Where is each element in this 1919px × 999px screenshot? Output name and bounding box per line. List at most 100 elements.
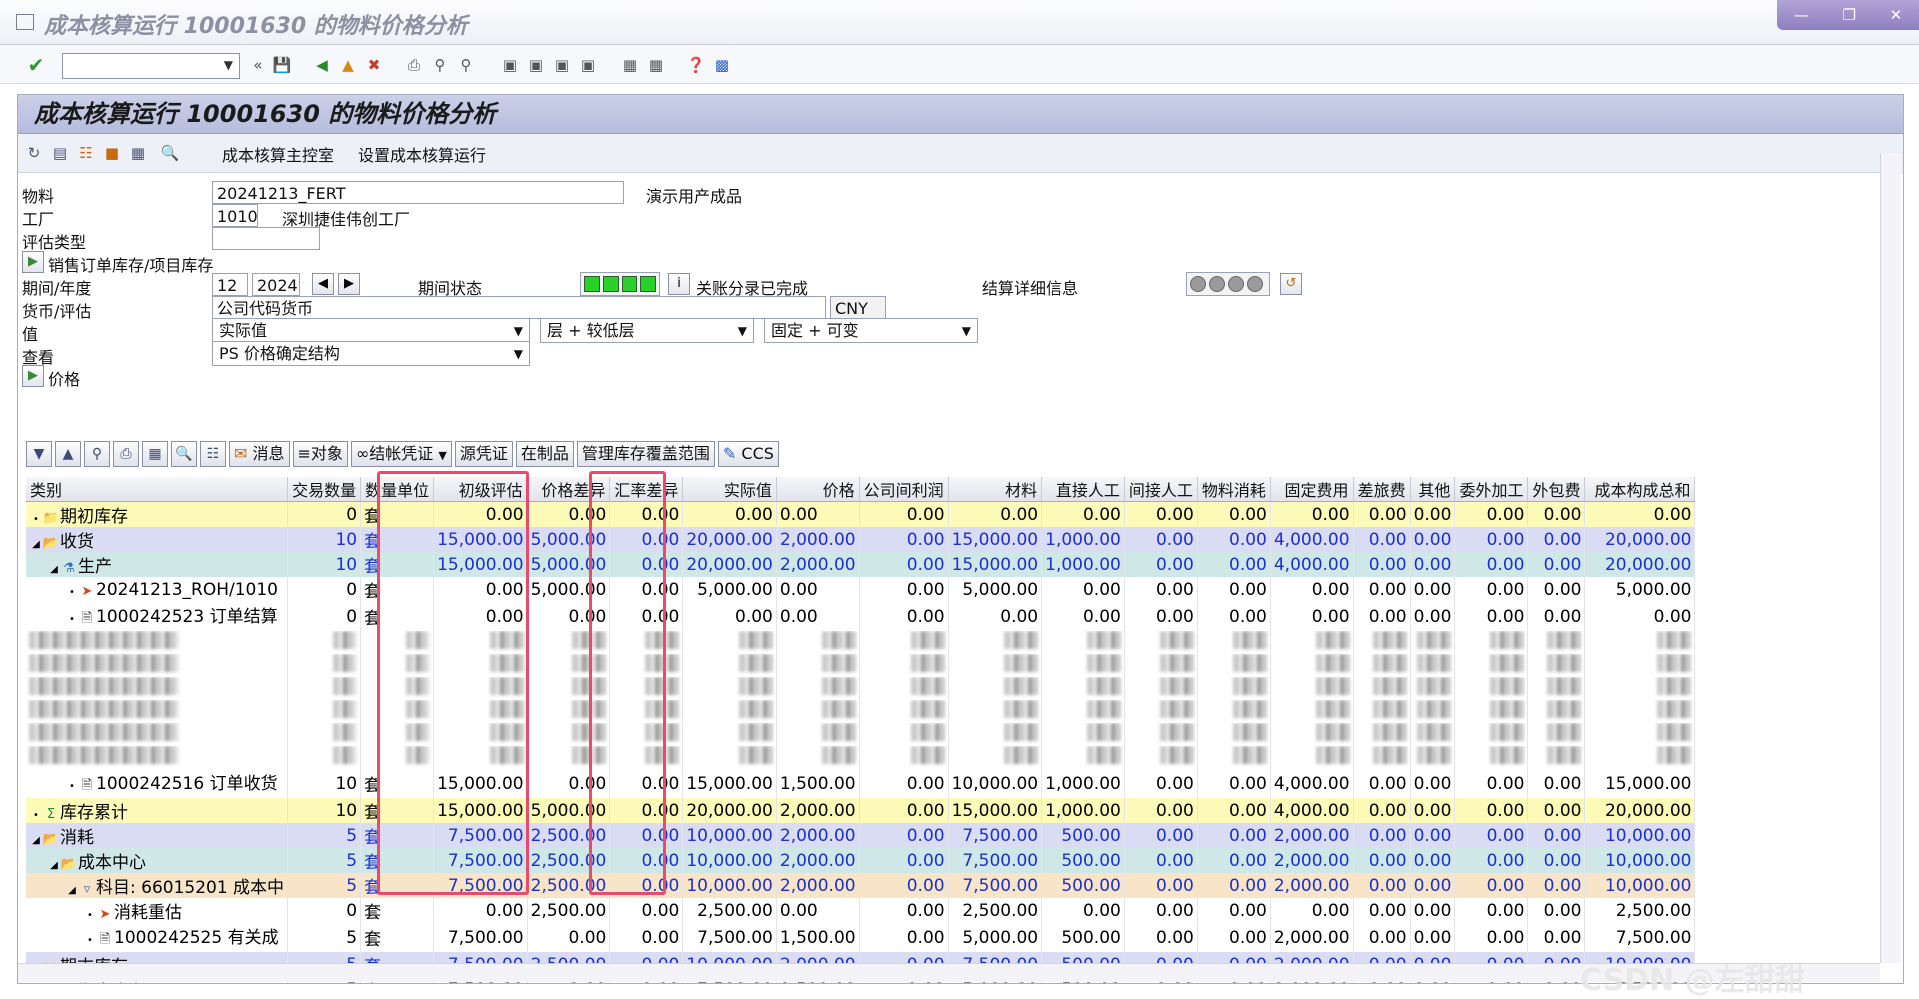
inventory-scope-button[interactable]: 管理库存覆盖范围 <box>576 441 715 467</box>
table-row[interactable]: ◢ 📂成本中心 5 套 7,500.00 2,500.00 0.00 10,000.00 2,0… <box>26 848 1696 873</box>
col-header-unit[interactable]: 数量单位 <box>360 477 435 502</box>
settlement-detail-icon[interactable]: ↺ <box>1280 273 1302 295</box>
minimize-icon[interactable]: — <box>1794 6 1809 24</box>
col-header-fixed-cost[interactable]: 固定费用 <box>1270 477 1354 502</box>
prev-page-icon[interactable]: ▣ <box>526 55 546 75</box>
row-category[interactable]: ◢ ▿ 科目: 66015201 成本中 <box>26 873 289 898</box>
setup-run-button[interactable]: 设置成本核算运行 <box>358 142 486 166</box>
tree-leaf-icon[interactable]: • <box>30 514 42 525</box>
wip-button[interactable]: 在制品 <box>515 441 574 467</box>
period-input[interactable]: 12 <box>212 273 248 296</box>
chevron-down-icon[interactable]: ▼ <box>224 58 233 72</box>
cockpit-button[interactable]: 成本核算主控室 <box>222 142 334 166</box>
col-header-material[interactable]: 材料 <box>948 477 1043 502</box>
maximize-icon[interactable]: ❐ <box>1842 6 1855 24</box>
objects-button[interactable]: ≡对象 <box>292 441 348 467</box>
new-session-icon[interactable]: ▦ <box>620 55 640 75</box>
print-icon[interactable]: ⎙ <box>113 441 139 467</box>
next-page-icon[interactable]: ▣ <box>552 55 572 75</box>
currency-input[interactable]: 公司代码货币 <box>212 296 826 319</box>
tree-expand-icon[interactable]: ◢ <box>30 835 42 846</box>
col-header-exchange-difference[interactable]: 汇率差异 <box>609 477 684 502</box>
chevron-down-icon[interactable]: ▼ <box>438 449 446 462</box>
chevron-down-icon[interactable]: ▼ <box>514 320 523 343</box>
table-row[interactable]: • ➤ 20241213_ROH/1010 0 套 0.00 5,000.00 0.00 5,0… <box>26 577 1696 602</box>
exit-icon[interactable]: ▲ <box>338 55 358 75</box>
print-icon[interactable]: ⎙ <box>404 55 424 75</box>
close-icon[interactable]: ✕ <box>1890 6 1903 24</box>
col-header-indirect-labor[interactable]: 间接人工 <box>1124 477 1198 502</box>
row-category[interactable]: • Σ 库存累计 <box>26 798 289 823</box>
table-row[interactable]: • 🗎 1000242525 有关成 5 套 7,500.00 0.00 0.00 7,500.… <box>26 923 1696 952</box>
tree-leaf-icon[interactable]: • <box>66 587 78 598</box>
table-row[interactable]: ◢ 📂消耗 5 套 7,500.00 2,500.00 0.00 10,000.00 2,000… <box>26 823 1696 848</box>
col-header-price-difference[interactable]: 价格差异 <box>527 477 611 502</box>
tree-leaf-icon[interactable]: • <box>66 781 78 792</box>
table-row[interactable]: • 🗎 1000242523 订单结算 0 套 0.00 0.00 0.00 0.00 0.00 0… <box>26 602 1696 631</box>
year-input[interactable]: 2024 <box>252 273 300 296</box>
expand-icon[interactable]: ▼ <box>26 441 52 467</box>
table-row[interactable]: • ➤ 消耗重估 0 套 0.00 2,500.00 0.00 2,500.00 0.00 0.00… <box>26 898 1696 923</box>
source-doc-button[interactable]: 源凭证 <box>454 441 513 467</box>
last-page-icon[interactable]: ▣ <box>578 55 598 75</box>
layout-icon[interactable]: ▩ <box>712 55 732 75</box>
fixed-variable-select[interactable]: 固定 + 可变 ▼ <box>764 318 978 343</box>
enter-icon[interactable]: ✔ <box>26 53 46 77</box>
row-category[interactable]: ◢ 📂收货 <box>26 527 289 552</box>
refresh-icon[interactable]: ↻ <box>24 143 44 163</box>
grid-icon[interactable]: ▦ <box>128 143 148 163</box>
row-category[interactable]: ◢ 📂消耗 <box>26 823 289 848</box>
first-page-icon[interactable]: ▣ <box>500 55 520 75</box>
value-select[interactable]: 实际值 ▼ <box>212 318 530 343</box>
table-row[interactable]: • Σ 库存累计 10 套 15,000.00 5,000.00 0.00 20,000.00 2… <box>26 798 1696 823</box>
tree-expand-icon[interactable]: ◢ <box>48 860 60 871</box>
price-toggle-icon[interactable]: ▶ <box>22 365 44 387</box>
col-header-category[interactable]: 类别 <box>26 477 289 502</box>
chevron-down-icon[interactable]: ▼ <box>962 320 971 343</box>
next-period-icon[interactable]: ▶ <box>338 273 360 295</box>
col-header-price[interactable]: 价格 <box>776 477 860 502</box>
row-category[interactable]: ◢ ⚗ 生产 <box>26 552 289 577</box>
info-icon[interactable]: i <box>668 273 690 295</box>
sales-stock-toggle-icon[interactable]: ▶ <box>22 251 44 273</box>
chevron-down-icon[interactable]: ▼ <box>738 320 747 343</box>
double-chevron-left-icon[interactable]: « <box>248 55 268 75</box>
settlement-doc-button[interactable]: ∞结帐凭证 ▼ <box>350 441 452 467</box>
col-header-primary-valuation[interactable]: 初级评估 <box>433 477 528 502</box>
table-row[interactable]: • 📁期初库存 0 套 0.00 0.00 0.00 0.00 0.00 0.00 0.00 0.00… <box>26 501 1696 527</box>
col-header-travel[interactable]: 差旅费 <box>1353 477 1411 502</box>
tree-expand-icon[interactable]: ◢ <box>48 564 60 575</box>
table-row[interactable]: ◢ 📂收货 10 套 15,000.00 5,000.00 0.00 20,000.00 2,0… <box>26 527 1696 552</box>
valuation-type-input[interactable] <box>212 227 320 250</box>
vertical-scrollbar[interactable] <box>1880 153 1901 963</box>
row-category[interactable]: • 🗎 1000242516 订单收货 <box>26 769 289 798</box>
material-icon[interactable]: ■ <box>102 143 122 163</box>
find-next-icon[interactable]: ⚲ <box>456 55 476 75</box>
collapse-icon[interactable]: ▲ <box>55 441 81 467</box>
tree-leaf-icon[interactable]: • <box>84 935 96 946</box>
col-header-material-consumption[interactable]: 物料消耗 <box>1197 477 1271 502</box>
row-category[interactable]: • ➤ 20241213_ROH/1010 <box>26 577 289 602</box>
help-icon[interactable]: ❓ <box>686 55 706 75</box>
col-header-intercompany-profit[interactable]: 公司间利润 <box>859 477 949 502</box>
col-header-cost-component-total[interactable]: 成本构成总和 <box>1584 477 1696 502</box>
messages-button[interactable]: ✉ 消息 <box>229 441 290 467</box>
command-field[interactable]: ▼ <box>62 53 240 79</box>
plant-input[interactable]: 1010 <box>212 204 258 227</box>
zoom-icon[interactable]: 🔍 <box>171 441 197 467</box>
table-row[interactable]: ◢ ▿ 科目: 66015201 成本中 5 套 7,500.00 2,500.00 0.00… <box>26 873 1696 898</box>
col-header-other[interactable]: 其他 <box>1410 477 1456 502</box>
layout-icon[interactable]: ▦ <box>142 441 168 467</box>
tree-expand-icon[interactable]: ◢ <box>66 885 78 896</box>
row-category[interactable]: • 🗎 1000242523 订单结算 <box>26 602 289 631</box>
layout-list-icon[interactable]: ▤ <box>50 143 70 163</box>
col-header-direct-labor[interactable]: 直接人工 <box>1041 477 1125 502</box>
col-header-actual-value[interactable]: 实际值 <box>682 477 777 502</box>
row-category[interactable]: • 🗎 1000242525 有关成 <box>26 923 289 952</box>
layer-select[interactable]: 层 + 较低层 ▼ <box>540 318 754 343</box>
back-icon[interactable]: ◀ <box>312 55 332 75</box>
find-icon[interactable]: ⚲ <box>84 441 110 467</box>
col-header-subcontracting[interactable]: 委外加工 <box>1454 477 1529 502</box>
row-category[interactable]: • 📁期初库存 <box>26 501 289 527</box>
find-icon[interactable]: ⚲ <box>430 55 450 75</box>
